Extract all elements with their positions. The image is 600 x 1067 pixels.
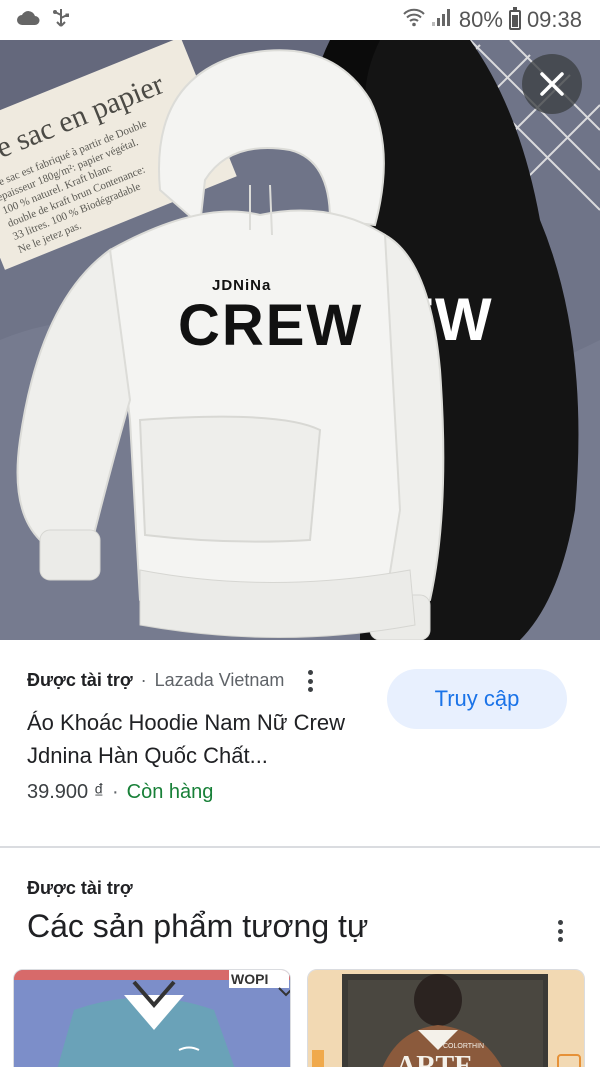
sponsor-row: Được tài trợ · Lazada Vietnam xyxy=(27,670,284,691)
sponsored-label: Được tài trợ xyxy=(27,670,133,690)
similar-product-image: WOPI xyxy=(14,970,290,1067)
svg-text:COLORTHIN: COLORTHIN xyxy=(443,1043,484,1050)
status-bar: 80% 09:38 xyxy=(0,0,600,40)
wifi-icon xyxy=(403,7,425,33)
status-left xyxy=(16,7,72,34)
similar-sponsored-label: Được tài trợ xyxy=(27,878,133,898)
similar-product-card[interactable]: WOPI xyxy=(13,969,291,1067)
similar-title: Các sản phẩm tương tự xyxy=(27,908,369,944)
close-icon xyxy=(539,71,565,97)
svg-text:JDNiNa: JDNiNa xyxy=(212,277,271,294)
svg-text:ARTE: ARTE xyxy=(396,1051,473,1067)
close-button[interactable] xyxy=(522,54,582,114)
visit-button[interactable]: Truy cập xyxy=(387,669,567,729)
stock-status: Còn hàng xyxy=(126,781,214,803)
product-title[interactable]: Áo Khoác Hoodie Nam Nữ Crew Jdnina Hàn Q… xyxy=(27,706,387,772)
product-image[interactable]: Le sac en papier Ce sac est fabriqué à p… xyxy=(0,40,600,640)
signal-icon xyxy=(431,7,453,33)
similar-products-section: Được tài trợ Các sản phẩm tương tự WOPI … xyxy=(0,848,600,1067)
seller-name: Lazada Vietnam xyxy=(154,670,285,690)
battery-icon xyxy=(508,7,521,30)
price-separator: · xyxy=(112,781,119,803)
similar-more-options-icon[interactable] xyxy=(550,918,570,944)
svg-text:WOPI: WOPI xyxy=(231,971,268,987)
similar-product-image: ARTE COLORTHIN xyxy=(308,970,584,1067)
separator: · xyxy=(140,670,147,690)
price-row: 39.900 ₫ · Còn hàng xyxy=(27,781,213,804)
svg-text:CREW: CREW xyxy=(178,293,363,358)
usb-icon xyxy=(50,7,72,34)
hoodie-photo: Le sac en papier Ce sac est fabriqué à p… xyxy=(0,40,600,640)
battery-percent: 80% xyxy=(458,7,503,32)
more-options-icon[interactable] xyxy=(300,668,320,694)
product-info: Được tài trợ · Lazada Vietnam Truy cập Á… xyxy=(0,640,600,846)
clock: 09:38 xyxy=(526,7,582,32)
similar-product-card[interactable]: ARTE COLORTHIN xyxy=(307,969,585,1067)
cloud-icon xyxy=(16,10,40,31)
status-right: 80% 09:38 xyxy=(403,7,582,33)
price: 39.900 ₫ xyxy=(27,781,104,803)
